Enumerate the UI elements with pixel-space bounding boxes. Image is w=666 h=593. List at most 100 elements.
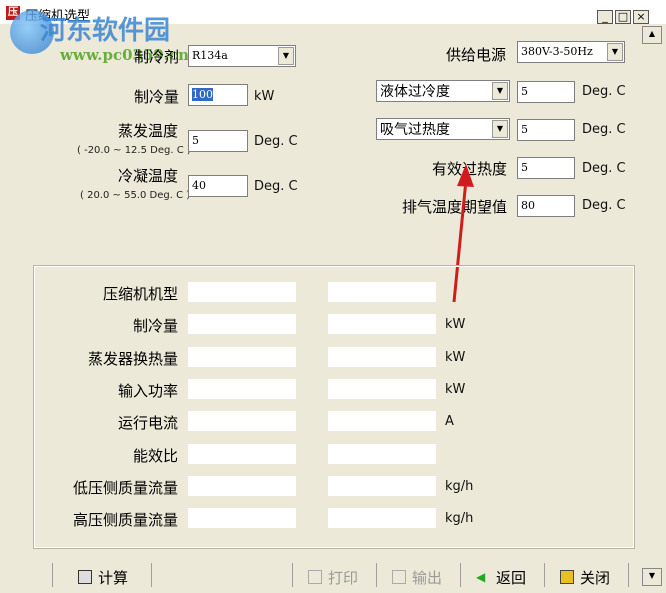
result-unit: kg/h	[445, 479, 474, 494]
result-field-primary	[188, 282, 296, 302]
capacity-label: 制冷量	[134, 88, 180, 106]
close-button[interactable]: 关闭	[560, 565, 610, 589]
chevron-down-icon[interactable]: ▼	[492, 82, 508, 100]
result-field-secondary	[328, 444, 436, 464]
scroll-down-icon[interactable]: ▼	[642, 568, 662, 586]
toolbar-separator	[544, 563, 545, 587]
vertical-scrollbar[interactable]: ▲ ▼	[640, 24, 666, 593]
maximize-button[interactable]: □	[615, 10, 631, 24]
cond-temp-range: ( 20.0 ~ 55.0 Deg. C )	[80, 190, 191, 201]
evap-temp-input[interactable]: 5	[188, 130, 248, 152]
discharge-unit: Deg. C	[582, 198, 626, 213]
exit-door-icon	[560, 570, 574, 584]
superheat-value: 5	[521, 123, 528, 136]
superheat-select[interactable]: 吸气过热度 ▼	[376, 118, 510, 140]
result-unit: kg/h	[445, 511, 474, 526]
watermark-brand: 河东软件园	[40, 16, 171, 46]
subcool-input[interactable]: 5	[517, 81, 575, 103]
result-field-primary	[188, 476, 296, 496]
evap-temp-unit: Deg. C	[254, 134, 298, 149]
printer-icon	[308, 570, 322, 584]
scroll-up-icon[interactable]: ▲	[642, 26, 662, 44]
subcool-select[interactable]: 液体过冷度 ▼	[376, 80, 510, 102]
evap-temp-range: ( -20.0 ~ 12.5 Deg. C )	[77, 145, 191, 156]
capacity-unit: kW	[254, 89, 275, 104]
cond-temp-value: 40	[192, 179, 206, 192]
result-field-primary	[188, 411, 296, 431]
eff-superheat-value: 5	[521, 161, 528, 174]
power-supply-label: 供给电源	[446, 46, 507, 64]
superheat-input[interactable]: 5	[517, 119, 575, 141]
result-field-primary	[188, 314, 296, 334]
eff-superheat-input[interactable]: 5	[517, 157, 575, 179]
result-unit: A	[445, 414, 454, 429]
close-label: 关闭	[580, 568, 611, 587]
back-arrow-icon: ◀	[476, 570, 486, 584]
refrigerant-label: 制冷剂	[134, 48, 180, 66]
calc-button[interactable]: 计算	[78, 565, 128, 589]
chevron-down-icon[interactable]: ▼	[492, 120, 508, 138]
result-field-secondary	[328, 347, 436, 367]
discharge-value: 80	[521, 199, 535, 212]
result-field-primary	[188, 444, 296, 464]
result-unit: kW	[445, 382, 466, 397]
cond-temp-unit: Deg. C	[254, 179, 298, 194]
evap-temp-value: 5	[192, 134, 199, 147]
result-field-secondary	[328, 508, 436, 528]
capacity-value: 100	[192, 88, 213, 101]
toolbar-separator	[151, 563, 152, 587]
result-label: 蒸发器换热量	[87, 350, 178, 368]
calc-label: 计算	[98, 568, 129, 587]
power-supply-select[interactable]: 380V-3-50Hz ▼	[517, 41, 625, 63]
power-supply-value: 380V-3-50Hz	[521, 45, 593, 58]
result-unit: kW	[445, 317, 466, 332]
chevron-down-icon[interactable]: ▼	[607, 43, 623, 61]
subcool-label: 液体过冷度	[380, 84, 450, 100]
toolbar-separator	[460, 563, 461, 587]
subcool-unit: Deg. C	[582, 84, 626, 99]
cond-temp-label: 冷凝温度	[118, 167, 179, 185]
result-field-primary	[188, 347, 296, 367]
result-field-secondary	[328, 282, 436, 302]
result-field-secondary	[328, 379, 436, 399]
result-label: 高压侧质量流量	[72, 511, 178, 529]
minimize-button[interactable]: _	[597, 10, 613, 24]
capacity-input[interactable]: 100	[188, 84, 248, 106]
result-unit: kW	[445, 350, 466, 365]
result-field-secondary	[328, 411, 436, 431]
result-field-primary	[188, 379, 296, 399]
chevron-down-icon[interactable]: ▼	[278, 47, 294, 65]
superheat-label: 吸气过热度	[380, 122, 450, 138]
superheat-unit: Deg. C	[582, 122, 626, 137]
results-group	[33, 265, 635, 549]
calculator-icon	[78, 570, 92, 584]
evap-temp-label: 蒸发温度	[118, 122, 179, 140]
refrigerant-select[interactable]: R134a ▼	[188, 45, 296, 67]
refrigerant-value: R134a	[192, 49, 228, 62]
export-label: 输出	[412, 568, 443, 587]
result-label: 能效比	[132, 447, 178, 465]
print-label: 打印	[328, 568, 359, 587]
eff-superheat-unit: Deg. C	[582, 161, 626, 176]
toolbar-separator	[52, 563, 53, 587]
toolbar-separator	[628, 563, 629, 587]
discharge-input[interactable]: 80	[517, 195, 575, 217]
result-label: 低压侧质量流量	[72, 479, 178, 497]
result-field-secondary	[328, 476, 436, 496]
back-label: 返回	[496, 568, 527, 587]
print-button[interactable]: 打印	[308, 565, 358, 589]
export-button[interactable]: 输出	[392, 565, 442, 589]
result-label: 输入功率	[117, 382, 178, 400]
export-icon	[392, 570, 406, 584]
toolbar-separator	[376, 563, 377, 587]
toolbar-separator	[292, 563, 293, 587]
result-label: 制冷量	[132, 317, 178, 335]
result-field-primary	[188, 508, 296, 528]
back-button[interactable]: ◀ 返回	[476, 565, 526, 589]
result-label: 压缩机机型	[102, 285, 178, 303]
cond-temp-input[interactable]: 40	[188, 175, 248, 197]
close-window-button[interactable]: ×	[633, 10, 649, 24]
result-field-secondary	[328, 314, 436, 334]
result-label: 运行电流	[117, 414, 178, 432]
subcool-value: 5	[521, 85, 528, 98]
